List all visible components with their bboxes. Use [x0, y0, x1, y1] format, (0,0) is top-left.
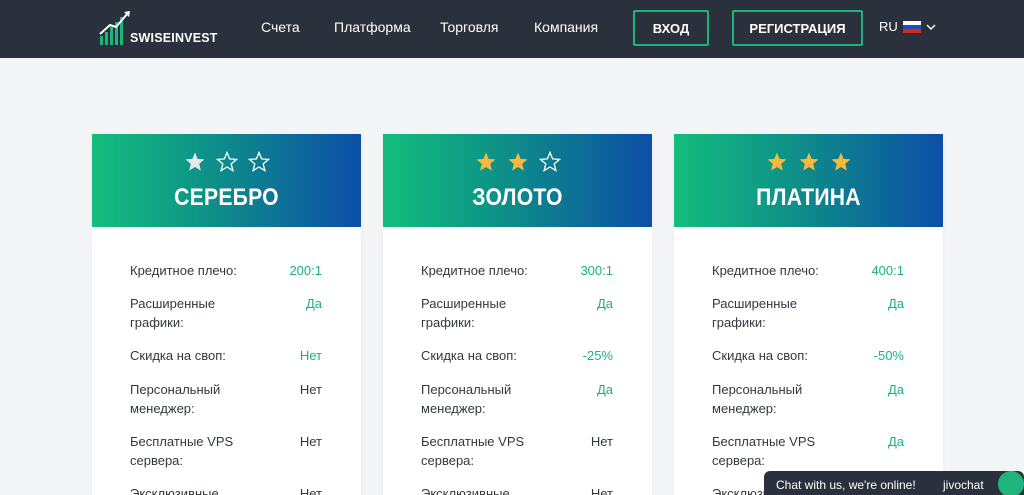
plan-title: СЕРЕБРО	[174, 184, 279, 211]
feature-label: Кредитное плечо:	[712, 263, 819, 278]
feature-label: Скидка на своп:	[130, 348, 226, 363]
feature-value: Нет	[590, 486, 613, 495]
nav-trading[interactable]: Торговля	[440, 19, 498, 35]
plan-card-header: СЕРЕБРО	[92, 134, 361, 227]
plan-title: ЗОЛОТО	[472, 184, 563, 211]
star-filled-icon	[508, 152, 527, 171]
star-outline-icon	[538, 151, 561, 172]
feature-label: Эксклюзивные	[130, 486, 219, 495]
chevron-down-icon	[926, 24, 936, 30]
nav-platform[interactable]: Платформа	[334, 19, 411, 35]
rating-stars	[92, 151, 361, 173]
feature-value: 400:1	[871, 263, 904, 278]
plan-card-silver: СЕРЕБРО Кредитное плечо: 200:1 Расширенные…	[92, 134, 361, 495]
feature-value: Да	[596, 382, 613, 397]
star-outline-icon	[215, 151, 238, 172]
language-selector[interactable]: RU	[879, 19, 936, 34]
star-outline-icon	[247, 151, 270, 172]
language-code: RU	[879, 19, 898, 34]
login-button[interactable]: ВХОД	[633, 10, 709, 46]
feature-value: Да	[596, 296, 613, 311]
plan-card-gold: ЗОЛОТО Кредитное плечо: 300:1 Расширенные …	[383, 134, 652, 495]
logo-text: SWISEINVEST	[130, 31, 218, 45]
russia-flag-icon	[902, 20, 921, 33]
chat-widget[interactable]: Chat with us, we're online! jivochat	[764, 471, 1024, 495]
nav-company[interactable]: Компания	[534, 19, 598, 35]
feature-value: Нет	[299, 348, 322, 363]
feature-value: Да	[887, 434, 904, 449]
feature-label: Скидка на своп:	[421, 348, 517, 363]
feature-label: Персональный менеджер:	[421, 382, 512, 416]
feature-label: Расширенные графики:	[130, 296, 216, 330]
feature-value: Нет	[299, 382, 322, 397]
feature-label: Скидка на своп:	[712, 348, 808, 363]
plan-card-header: ЗОЛОТО	[383, 134, 652, 227]
chat-status-text: Chat with us, we're online!	[776, 478, 916, 492]
feature-value: Да	[305, 296, 322, 311]
star-filled-icon	[831, 152, 850, 171]
plan-card-header: ПЛАТИНА	[674, 134, 943, 227]
chat-bubble-icon[interactable]	[998, 471, 1024, 495]
feature-value: -25%	[582, 348, 613, 363]
feature-label: Бесплатные VPS сервера:	[130, 434, 234, 468]
star-filled-icon	[185, 152, 204, 171]
feature-value: -50%	[873, 348, 904, 363]
feature-value: Нет	[299, 434, 322, 449]
feature-label: Кредитное плечо:	[130, 263, 237, 278]
feature-label: Эксклюзивные	[421, 486, 510, 495]
star-filled-icon	[799, 152, 818, 171]
feature-value: Да	[887, 382, 904, 397]
plan-card-platinum: ПЛАТИНА Кредитное плечо: 400:1 Расширенные…	[674, 134, 943, 495]
feature-value: Нет	[299, 486, 322, 495]
feature-label: Бесплатные VPS сервера:	[712, 434, 816, 468]
nav-accounts[interactable]: Счета	[261, 19, 300, 35]
feature-value: 300:1	[580, 263, 613, 278]
feature-label: Кредитное плечо:	[421, 263, 528, 278]
logo[interactable]: SWISEINVEST	[98, 10, 228, 50]
feature-value: 200:1	[289, 263, 322, 278]
feature-value: Нет	[590, 434, 613, 449]
plan-title: ПЛАТИНА	[756, 184, 861, 211]
rating-stars	[383, 151, 652, 173]
feature-value: Да	[887, 296, 904, 311]
register-button[interactable]: РЕГИСТРАЦИЯ	[732, 10, 863, 46]
star-filled-icon	[767, 152, 786, 171]
chat-brand: jivochat	[943, 478, 984, 492]
feature-label: Расширенные графики:	[421, 296, 507, 330]
feature-label: Бесплатные VPS сервера:	[421, 434, 525, 468]
feature-label: Персональный менеджер:	[712, 382, 803, 416]
star-filled-icon	[476, 152, 495, 171]
top-header: SWISEINVEST Счета Платформа Торговля Ком…	[0, 0, 1024, 58]
rating-stars	[674, 151, 943, 173]
feature-label: Персональный менеджер:	[130, 382, 221, 416]
logo-chart-icon	[99, 11, 130, 45]
feature-label: Расширенные графики:	[712, 296, 798, 330]
